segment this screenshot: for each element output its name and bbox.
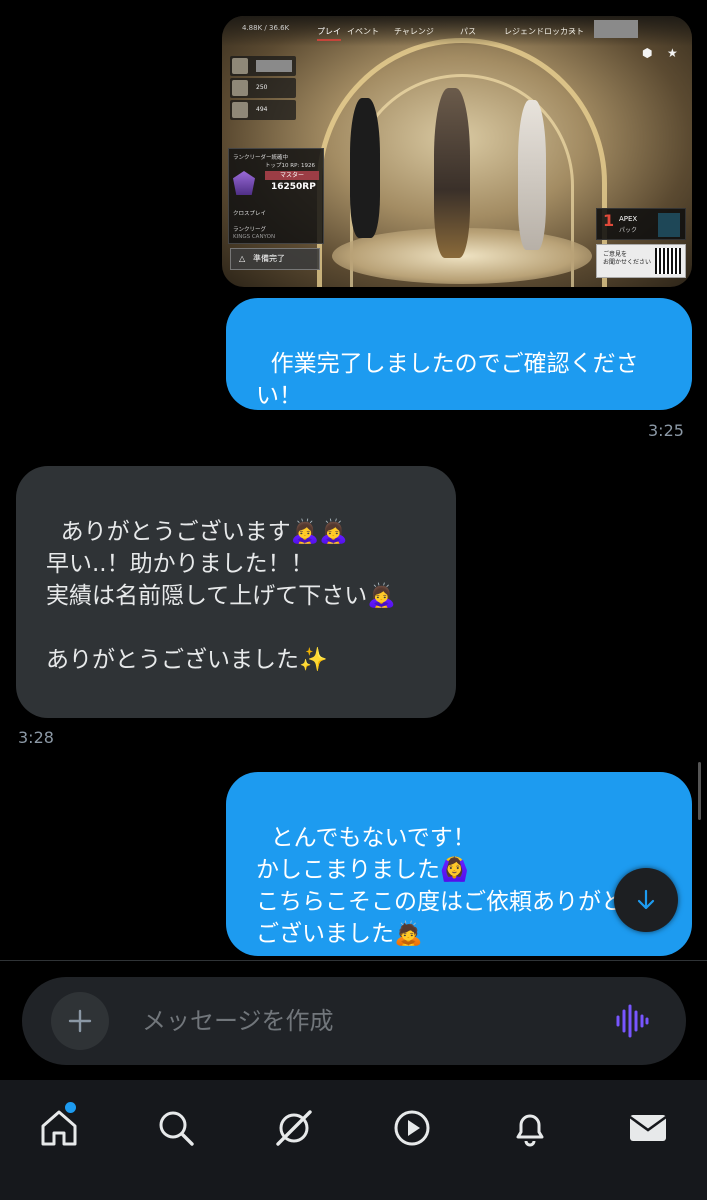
nav-video[interactable] (390, 1106, 434, 1150)
add-media-button[interactable] (51, 992, 109, 1050)
home-icon (41, 1110, 77, 1146)
pack-count: 1 (603, 211, 615, 230)
pack-subtitle: パック (619, 227, 638, 234)
censored-name (256, 60, 292, 72)
rank-header: ランクリーダー統確中 (233, 155, 289, 161)
nav-messages[interactable] (626, 1106, 670, 1150)
game-tab-store: スト (568, 27, 584, 36)
menu-emblem-icon: ⬢ (642, 46, 653, 60)
nav-home[interactable] (37, 1102, 81, 1150)
crossplay-label: クロスプレイ (233, 211, 267, 217)
party-player-1 (230, 56, 296, 76)
avatar (232, 58, 248, 74)
play-circle-icon (394, 1110, 430, 1146)
scroll-to-bottom-button[interactable] (614, 868, 678, 932)
pack-title: APEX (619, 215, 638, 223)
party-player-2: 250 (230, 78, 296, 98)
envelope-icon (629, 1115, 667, 1141)
avatar (232, 80, 248, 96)
rank-panel: ランクリーダー統確中 トップ10 RP: 1926 マスター 16250RP ク… (228, 148, 324, 244)
rank-tier: マスター (265, 171, 319, 180)
composer-divider (0, 960, 707, 961)
coins-text: 4.88K / 36.6K (242, 24, 290, 32)
message-bubble-incoming[interactable]: ありがとうございます🙇‍♀️🙇‍♀️ 早い..！助かりました！！ 実績は名前隠し… (16, 466, 456, 718)
search-icon (159, 1111, 194, 1146)
qr-code-icon (655, 248, 681, 274)
player-level: 494 (256, 106, 268, 113)
nav-grok[interactable] (272, 1106, 316, 1150)
game-top-nav: 4.88K / 36.6K プレイ イベント チャレンジ パス レジェンドロッカ… (222, 16, 692, 46)
feedback-panel: ご意見を お聞かせください (596, 244, 686, 278)
message-composer (22, 977, 686, 1065)
legend-right-figure (518, 100, 546, 250)
map-name: KINGS CANYON (233, 234, 276, 240)
message-timestamp: 3:25 (648, 421, 684, 440)
voice-message-icon[interactable] (614, 1003, 650, 1039)
censored-region (594, 20, 638, 38)
arrow-down-icon (637, 889, 655, 910)
attached-game-screenshot[interactable]: 4.88K / 36.6K プレイ イベント チャレンジ パス レジェンドロッカ… (222, 16, 692, 287)
message-text: 作業完了しましたのでご確認ください！ (256, 351, 639, 409)
game-tab-challenge: チャレンジ (394, 27, 434, 36)
party-player-3: 494 (230, 100, 296, 120)
player-level: 250 (256, 84, 268, 91)
game-tab-pass: パス (460, 27, 476, 36)
bottom-navigation-bar (0, 1080, 707, 1200)
message-input[interactable] (142, 999, 602, 1043)
bell-icon (516, 1114, 544, 1147)
game-tab-legend-locker: レジェンドロッカー (504, 27, 576, 36)
grok-icon (276, 1110, 312, 1146)
star-icon: ★ (667, 46, 678, 60)
rank-rp-value: 16250RP (271, 182, 316, 192)
message-bubble-outgoing[interactable]: とんでもないです！ かしこまりました🙆‍♀️ こちらこそこの度はご依頼ありがとう… (226, 772, 692, 956)
game-tab-play: プレイ (317, 26, 341, 41)
legend-center-figure (434, 88, 470, 258)
message-timestamp: 3:28 (18, 728, 54, 747)
scrollbar[interactable] (698, 762, 701, 820)
map-mode-label: ランクリーグ (233, 227, 267, 233)
notification-dot (65, 1102, 76, 1113)
game-tab-event: イベント (347, 27, 379, 36)
legend-left-figure (350, 98, 380, 238)
nav-notifications[interactable] (508, 1106, 552, 1150)
rank-badge-icon (233, 171, 255, 195)
message-text: ありがとうございます🙇‍♀️🙇‍♀️ 早い..！助かりました！！ 実績は名前隠し… (46, 519, 396, 673)
avatar (232, 102, 248, 118)
nav-search[interactable] (154, 1106, 198, 1150)
pack-icon (658, 213, 680, 237)
plus-icon (68, 1009, 92, 1033)
message-bubble-outgoing[interactable]: 作業完了しましたのでご確認ください！ (226, 298, 692, 410)
apex-pack-panel: 1 APEX パック (596, 208, 686, 240)
message-text: とんでもないです！ かしこまりました🙆‍♀️ こちらこそこの度はご依頼ありがとう… (256, 825, 647, 947)
ready-button: 準備完了 (230, 248, 320, 270)
feedback-text: ご意見を お聞かせください (603, 251, 652, 266)
rank-top-label: トップ10 RP: 1926 (265, 163, 315, 169)
